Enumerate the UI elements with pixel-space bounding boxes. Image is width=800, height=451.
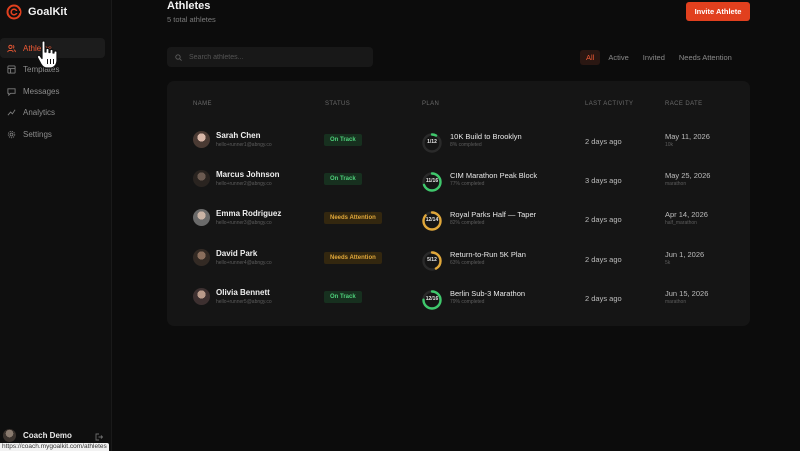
status-badge: Needs Attention xyxy=(324,212,382,225)
avatar xyxy=(193,131,210,148)
gear-icon xyxy=(7,130,16,138)
last-activity: 2 days ago xyxy=(585,215,622,225)
race-type: marathon xyxy=(665,181,687,188)
avatar xyxy=(3,429,16,442)
athlete-name[interactable]: Olivia Bennett xyxy=(216,288,270,297)
last-activity: 2 days ago xyxy=(585,293,622,303)
table-row[interactable]: Sarah Chen hello+runner1@abngy.co On Tra… xyxy=(167,131,750,175)
athlete-name[interactable]: Sarah Chen xyxy=(216,131,260,140)
message-icon xyxy=(7,87,16,96)
filter-active[interactable]: Active xyxy=(602,50,634,65)
search-icon xyxy=(175,53,182,61)
sidebar-item-label: Analytics xyxy=(23,108,56,117)
plan-name[interactable]: Return-to-Run 5K Plan xyxy=(450,250,526,259)
user-profile[interactable]: Coach Demo xyxy=(3,429,72,442)
plan-name[interactable]: Berlin Sub-3 Marathon xyxy=(450,289,525,298)
goalkit-logo-icon xyxy=(6,4,22,20)
plan-name[interactable]: Royal Parks Half — Taper xyxy=(450,210,536,219)
avatar xyxy=(193,287,210,305)
athlete-name[interactable]: David Park xyxy=(216,249,257,258)
plan-progress: 8% completed xyxy=(450,142,482,148)
race-type: 10k xyxy=(665,142,674,148)
plan-week: 1/12 xyxy=(427,139,437,145)
logout-icon[interactable] xyxy=(95,433,103,441)
race-date: May 11, 2026 xyxy=(665,132,710,141)
race-type: 5k xyxy=(665,259,671,266)
race-type: half_marathon xyxy=(665,220,697,227)
plan-name[interactable]: CIM Marathon Peak Block xyxy=(450,171,537,180)
brand[interactable]: GoalKit xyxy=(6,3,67,21)
table-row[interactable]: Marcus Johnson hello+runner2@abngy.co On… xyxy=(167,170,750,214)
avatar xyxy=(193,248,210,266)
users-icon xyxy=(7,44,16,52)
plan-progress: 63% completed xyxy=(450,259,485,266)
plan-name[interactable]: 10K Build to Brooklyn xyxy=(450,132,522,141)
sidebar: GoalKit Athletes Templates Messages Anal… xyxy=(0,0,112,451)
search-box xyxy=(167,47,373,67)
filter-all[interactable]: All xyxy=(580,50,601,65)
plan-week: 11/16 xyxy=(425,178,439,185)
status-filter-tabs: All Active Invited Needs Attention xyxy=(580,50,740,65)
race-date: Jun 1, 2026 xyxy=(665,249,705,259)
column-header-last-activity: LAST ACTIVITY xyxy=(585,101,634,107)
status-badge: On Track xyxy=(324,290,362,303)
table-row[interactable]: Emma Rodriguez hello+runner3@abngy.co Ne… xyxy=(167,209,750,253)
last-activity: 3 days ago xyxy=(585,176,622,186)
app-name: GoalKit xyxy=(28,6,68,18)
filter-needs-attention[interactable]: Needs Attention xyxy=(673,50,738,65)
race-date: May 25, 2026 xyxy=(665,171,711,181)
avatar xyxy=(193,170,210,188)
sidebar-item-label: Messages xyxy=(23,86,60,96)
status-badge: Needs Attention xyxy=(324,251,382,264)
athlete-email: hello+runner1@abngy.co xyxy=(216,142,272,148)
last-activity: 2 days ago xyxy=(585,137,622,146)
table-row[interactable]: David Park hello+runner4@abngy.co Needs … xyxy=(167,248,750,293)
column-header-status: STATUS xyxy=(325,101,351,107)
hand-pointer-cursor-icon xyxy=(36,40,58,69)
plan-week: 12/16 xyxy=(425,295,439,302)
plan-progress: 82% completed xyxy=(450,220,485,227)
status-badge: On Track xyxy=(324,173,362,186)
template-icon xyxy=(7,65,16,74)
link-status-url: https://coach.mygoalkit.com/athletes xyxy=(0,443,109,451)
page-subtitle: 5 total athletes xyxy=(167,15,216,24)
filter-invited[interactable]: Invited xyxy=(637,50,671,65)
plan-progress: 79% completed xyxy=(450,298,485,305)
user-name: Coach Demo xyxy=(23,431,72,440)
page-title: Athletes xyxy=(167,0,211,12)
athlete-name[interactable]: Emma Rodriguez xyxy=(216,209,281,218)
athlete-email: hello+runner5@abngy.co xyxy=(216,298,272,305)
status-badge: On Track xyxy=(324,134,362,146)
column-header-name: NAME xyxy=(193,101,212,107)
sidebar-item-analytics[interactable]: Analytics xyxy=(0,103,105,123)
search-input[interactable] xyxy=(189,53,359,61)
athlete-email: hello+runner3@abngy.co xyxy=(216,220,272,227)
sidebar-item-messages[interactable]: Messages xyxy=(0,81,105,101)
race-date: Apr 14, 2026 xyxy=(665,210,708,220)
column-header-plan: PLAN xyxy=(422,101,440,107)
column-header-race-date: RACE DATE xyxy=(665,101,703,107)
sidebar-item-settings[interactable]: Settings xyxy=(0,124,105,144)
table-row[interactable]: Olivia Bennett hello+runner5@abngy.co On… xyxy=(167,287,750,332)
plan-progress: 77% completed xyxy=(450,181,485,188)
race-type: marathon xyxy=(665,298,687,305)
last-activity: 2 days ago xyxy=(585,254,622,264)
avatar xyxy=(193,209,210,227)
plan-week: 12/14 xyxy=(425,217,439,224)
race-date: Jun 15, 2026 xyxy=(665,288,709,298)
athlete-name[interactable]: Marcus Johnson xyxy=(216,170,280,179)
sidebar-item-label: Settings xyxy=(23,129,52,139)
chart-icon xyxy=(7,109,16,116)
plan-week: 5/12 xyxy=(427,256,437,263)
invite-athlete-button[interactable]: Invite Athlete xyxy=(686,2,750,21)
athlete-email: hello+runner2@abngy.co xyxy=(216,181,272,188)
athlete-email: hello+runner4@abngy.co xyxy=(216,259,272,266)
